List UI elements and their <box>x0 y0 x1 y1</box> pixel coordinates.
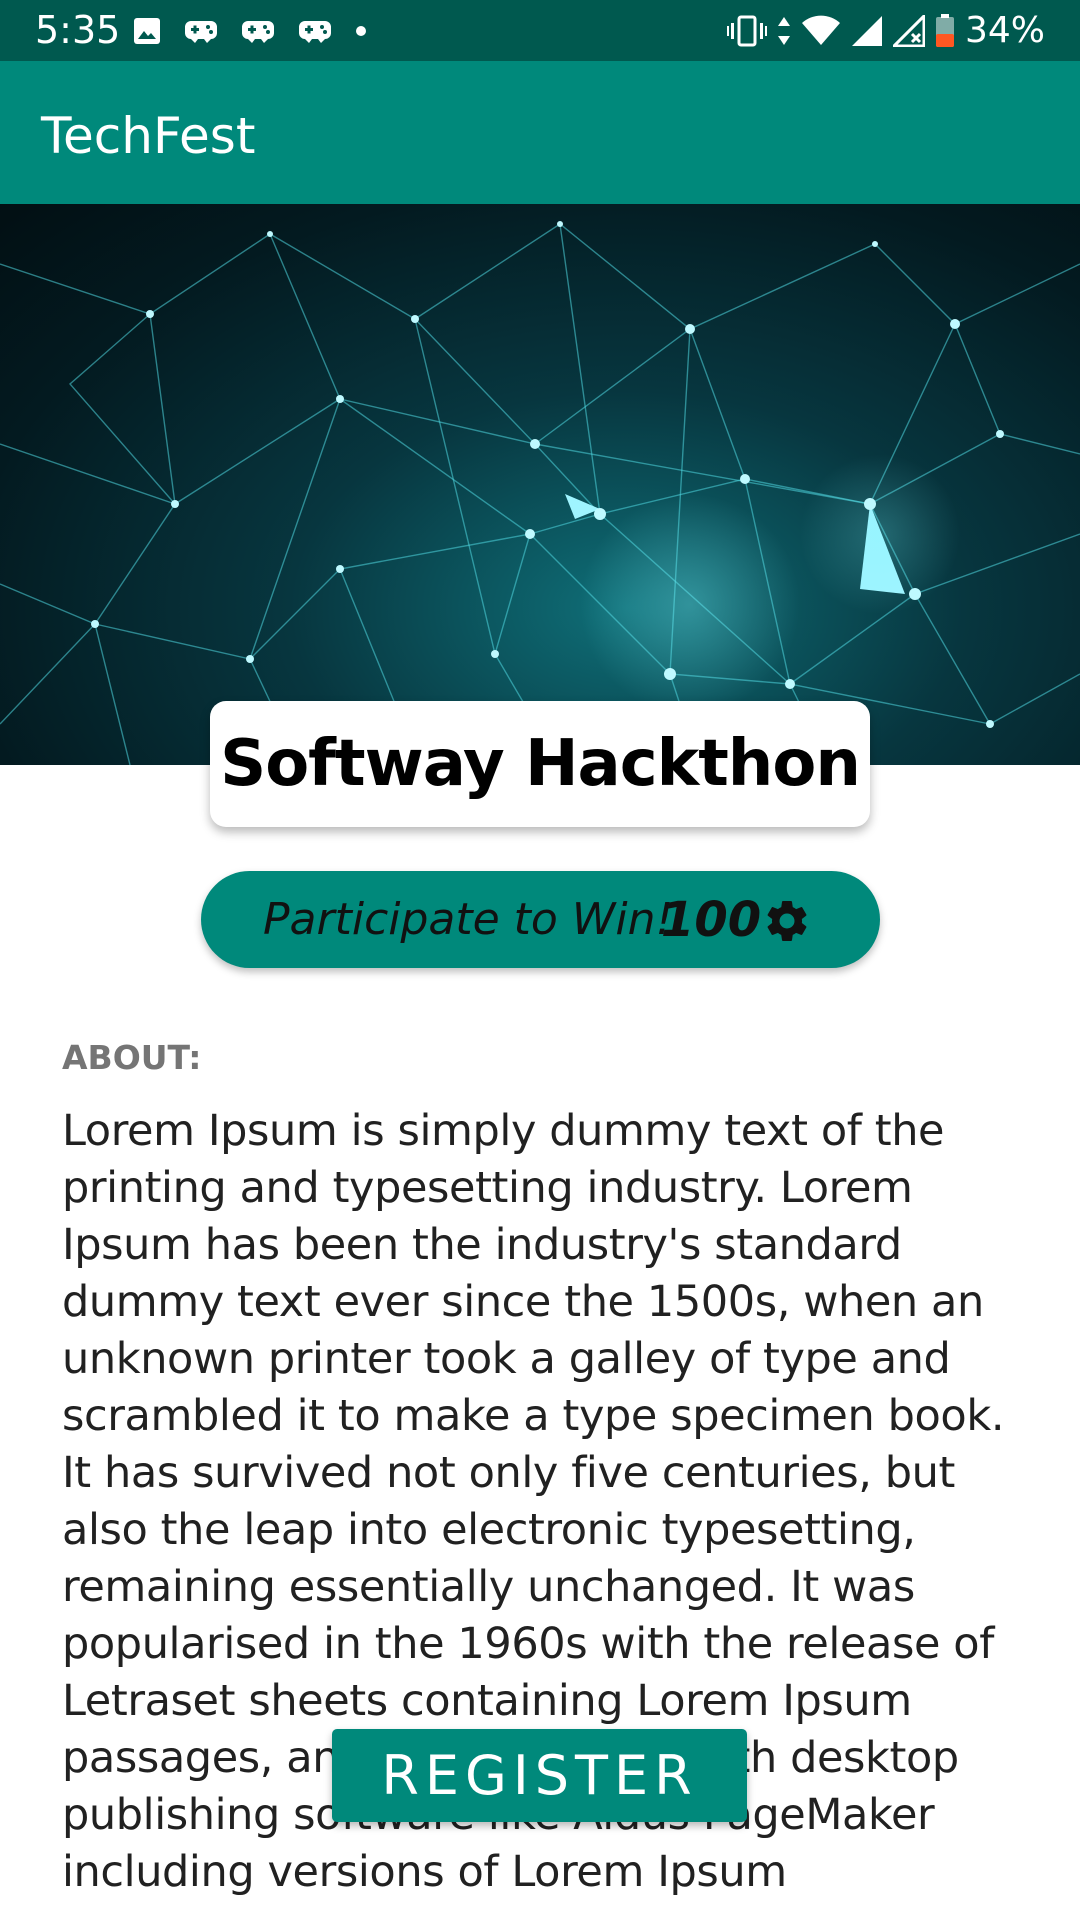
app-title: TechFest <box>41 107 256 165</box>
participate-label: Participate to Win! <box>263 894 674 945</box>
wifi-icon <box>801 15 840 45</box>
dot-icon <box>356 26 366 36</box>
about-label: ABOUT: <box>62 1038 202 1077</box>
status-right-icons: 34% <box>726 8 1045 53</box>
battery-percentage: 34% <box>964 10 1045 51</box>
data-arrows-icon <box>777 16 790 45</box>
status-left-icons <box>133 13 367 49</box>
network-banner-image <box>0 204 1080 765</box>
app-screen: 5:35 34% TechFest Softway Hackthon Parti… <box>0 0 1080 1920</box>
status-bar: 5:35 34% <box>0 0 1080 61</box>
participate-button[interactable]: Participate to Win! 100 <box>201 871 880 968</box>
app-bar: TechFest <box>0 61 1080 204</box>
game-controller-icon <box>299 21 331 43</box>
vibrate-icon <box>726 15 767 46</box>
image-icon <box>134 18 160 44</box>
battery-icon <box>935 13 954 47</box>
register-button[interactable]: REGISTER <box>332 1729 747 1822</box>
gear-icon <box>767 900 807 941</box>
event-title-card: Softway Hackthon <box>210 701 870 827</box>
signal-x-icon <box>892 14 925 47</box>
network-graphic <box>0 221 1080 765</box>
points-value: 100 <box>661 891 762 948</box>
signal-icon <box>851 15 882 46</box>
event-title: Softway Hackthon <box>220 727 861 801</box>
game-controller-icon <box>185 21 217 43</box>
status-time: 5:35 <box>35 8 121 52</box>
game-controller-icon <box>242 21 274 43</box>
